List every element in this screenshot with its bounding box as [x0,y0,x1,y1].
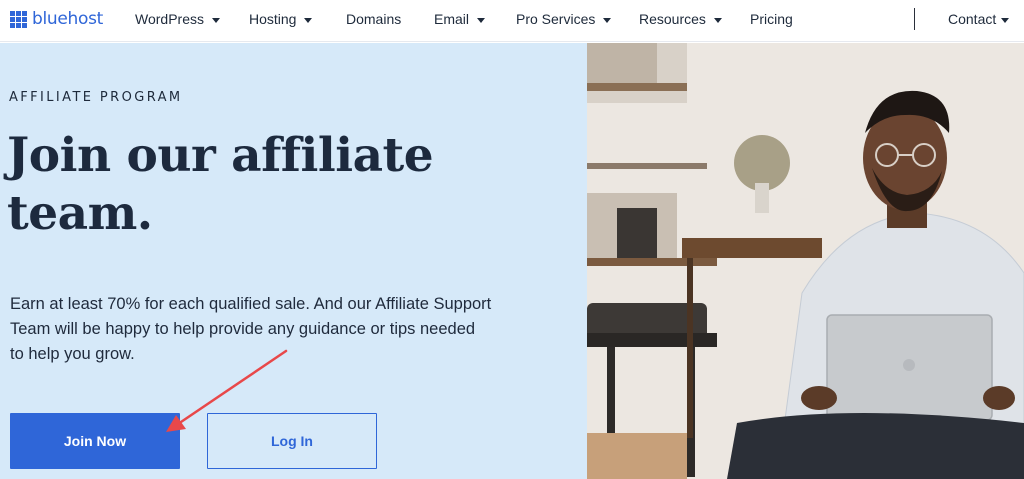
chevron-down-icon [211,17,220,23]
nav-item-label: Resources [639,11,706,27]
nav-divider [914,8,915,30]
nav-item-contact[interactable]: Contact [948,10,1010,28]
join-now-button[interactable]: Join Now [10,413,180,469]
nav-item-hosting[interactable]: Hosting [249,10,313,28]
hero-headline-line: team. [7,186,153,241]
top-navigation: bluehost WordPress Hosting Domains Email… [0,0,1024,42]
hero-eyebrow: AFFILIATE PROGRAM [9,90,183,105]
chevron-down-icon [304,17,313,23]
nav-item-label: Pricing [750,11,793,27]
hero-headline: Join our affiliate team. [7,127,567,243]
nav-item-email[interactable]: Email [434,10,486,28]
nav-item-label: Pro Services [516,11,596,27]
chevron-down-icon [1001,17,1010,23]
hero-description: Earn at least 70% for each qualified sal… [10,292,570,367]
chevron-down-icon [603,17,612,23]
nav-item-label: Contact [948,11,997,27]
hero-headline-line: Join our affiliate [7,128,434,183]
hero-description-line: Earn at least 70% for each qualified sal… [10,295,492,313]
hero-description-line: Team will be happy to help provide any g… [10,320,476,338]
photo-illustration [587,43,1024,479]
hero-section: AFFILIATE PROGRAM Join our affiliate tea… [0,43,587,479]
nav-item-wordpress[interactable]: WordPress [135,10,220,28]
nav-item-domains[interactable]: Domains [346,10,401,28]
hero-description-line: to help you grow. [10,345,135,363]
nav-menu: WordPress Hosting Domains Email Pro Serv… [0,0,1024,42]
nav-item-label: Hosting [249,11,297,27]
nav-item-label: WordPress [135,11,204,27]
nav-item-label: Email [434,11,470,27]
nav-item-label: Domains [346,11,402,27]
nav-item-resources[interactable]: Resources [639,10,722,28]
log-in-button[interactable]: Log In [207,413,377,469]
nav-item-pricing[interactable]: Pricing [750,10,793,28]
man-with-laptop-photo [587,43,1024,479]
chevron-down-icon [477,17,486,23]
chevron-down-icon [713,17,722,23]
nav-item-pro-services[interactable]: Pro Services [516,10,612,28]
